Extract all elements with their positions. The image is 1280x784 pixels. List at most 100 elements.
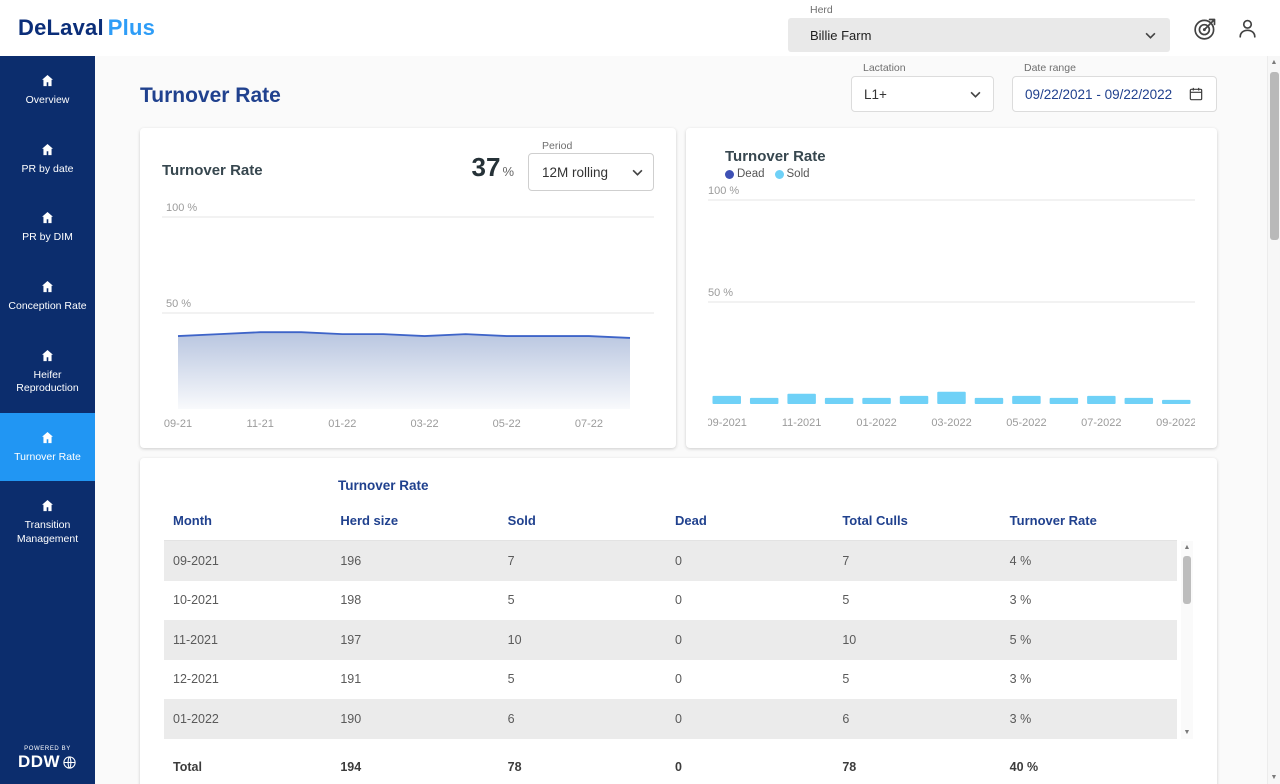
target-icon[interactable] [1190,13,1220,43]
svg-text:11-21: 11-21 [247,418,274,430]
turnover-line-chart: 100 %50 %09-2111-2101-2203-2205-2207-22 [162,195,654,433]
total-cell: 40 % [1010,760,1177,774]
sidebar-item-heifer-reproduction[interactable]: Heifer Reproduction [0,331,95,413]
table-total-row: Total1947807840 % [164,747,1177,784]
lactation-value: L1+ [864,87,887,102]
turnover-bar-chart: 100 %50 %09-202111-202101-202203-202205-… [708,184,1195,434]
table-cell: 0 [675,712,842,726]
table-cell: 196 [340,554,507,568]
table-scrollbar-thumb[interactable] [1183,556,1191,604]
svg-text:11-2021: 11-2021 [782,417,822,429]
table-cell: 01-2022 [173,712,340,726]
chevron-down-icon [632,169,643,176]
brand-logo[interactable]: DeLavalPlus [18,15,155,41]
brand-name: DeLaval [18,15,104,40]
page-title: Turnover Rate [140,84,281,108]
table-cell: 0 [675,554,842,568]
column-header: Month [173,513,340,528]
lactation-select[interactable]: L1+ [851,76,994,112]
home-icon [40,142,55,157]
table-row: 10-20211985053 % [164,581,1177,621]
table-cell: 190 [340,712,507,726]
bar-chart-legend: Dead Sold [725,168,1195,180]
bar-chart-card: Turnover Rate DeadSold 100 %50 %09-20211… [686,128,1217,448]
lactation-label: Lactation [851,62,994,74]
table-card: Turnover Rate MonthHerd sizeSoldDeadTota… [140,458,1217,784]
svg-text:03-2022: 03-2022 [931,417,971,429]
table-title: Turnover Rate [338,478,1193,493]
table-cell: 7 [508,554,675,568]
line-chart-title: Turnover Rate [162,162,263,179]
legend-label: Sold [787,168,810,180]
table-scrollbar[interactable]: ▲ ▼ [1181,541,1193,739]
scroll-down-arrow[interactable]: ▼ [1181,726,1193,739]
table-cell: 3 % [1010,672,1177,686]
page-scroll-up-arrow[interactable]: ▲ [1268,56,1280,69]
legend-dot [725,170,734,179]
total-cell: Total [173,760,340,774]
table-cell: 0 [675,672,842,686]
period-select[interactable]: 12M rolling [528,153,654,191]
herd-select-value: Billie Farm [810,28,871,43]
table-cell: 7 [842,554,1009,568]
home-icon [40,210,55,225]
sidebar-item-label: Heifer Reproduction [5,369,90,396]
table-cell: 4 % [1010,554,1177,568]
sidebar-item-pr-by-dim[interactable]: PR by DIM [0,193,95,262]
sidebar-item-label: Overview [26,94,70,108]
period-value: 12M rolling [542,165,608,180]
table-row: 11-2021197100105 % [164,620,1177,660]
legend-sold[interactable]: Sold [775,168,810,180]
table-cell: 6 [842,712,1009,726]
legend-dead[interactable]: Dead [725,168,765,180]
table-cell: 10 [508,633,675,647]
total-cell: 78 [842,760,1009,774]
table-cell: 6 [508,712,675,726]
svg-text:09-21: 09-21 [164,418,192,430]
kpi-unit: % [502,164,514,179]
herd-select[interactable]: Billie Farm [788,18,1170,52]
table-cell: 5 [842,593,1009,607]
sidebar-item-label: Turnover Rate [14,451,81,465]
table-cell: 3 % [1010,593,1177,607]
svg-text:09-2021: 09-2021 [708,417,747,429]
svg-text:07-2022: 07-2022 [1081,417,1121,429]
chevron-down-icon [970,91,981,98]
sidebar-item-conception-rate[interactable]: Conception Rate [0,262,95,331]
user-icon[interactable] [1232,13,1262,43]
table-cell: 5 [842,672,1009,686]
table-row: 12-20211915053 % [164,660,1177,700]
date-range-value: 09/22/2021 - 09/22/2022 [1025,87,1172,102]
svg-text:01-2022: 01-2022 [856,417,896,429]
topbar-actions: Herd Billie Farm [788,4,1262,52]
home-icon [40,73,55,88]
table-cell: 0 [675,593,842,607]
svg-text:09-2022: 09-2022 [1156,417,1195,429]
sidebar-item-transition-management[interactable]: Transition Management [0,481,95,563]
date-range-input[interactable]: 09/22/2021 - 09/22/2022 [1012,76,1217,112]
sidebar-item-label: Conception Rate [8,300,86,314]
sidebar-item-turnover-rate[interactable]: Turnover Rate [0,413,95,482]
line-chart-header: Turnover Rate 37 % Period 12M rolling [162,140,654,191]
brand-suffix: Plus [108,15,155,40]
sidebar-item-pr-by-date[interactable]: PR by date [0,125,95,194]
page-scrollbar-thumb[interactable] [1270,72,1279,240]
column-header: Total Culls [842,513,1009,528]
svg-text:05-2022: 05-2022 [1006,417,1046,429]
sidebar-item-label: PR by date [22,163,74,177]
calendar-icon [1188,86,1204,102]
scroll-up-arrow[interactable]: ▲ [1181,541,1193,554]
legend-label: Dead [737,168,765,180]
sidebar-item-overview[interactable]: Overview [0,56,95,125]
kpi-value: 37 [472,152,501,183]
ddw-logo: POWERED BY DDW [0,746,95,784]
date-range-label: Date range [1012,62,1217,74]
chart-cards-row: Turnover Rate 37 % Period 12M rolling 10… [140,128,1217,448]
page-scroll-down-arrow[interactable]: ▼ [1268,771,1280,784]
svg-text:50 %: 50 % [708,287,733,299]
table-cell: 5 % [1010,633,1177,647]
page-scrollbar[interactable]: ▲ ▼ [1267,56,1280,784]
table-cell: 11-2021 [173,633,340,647]
home-icon [40,498,55,513]
total-cell: 0 [675,760,842,774]
